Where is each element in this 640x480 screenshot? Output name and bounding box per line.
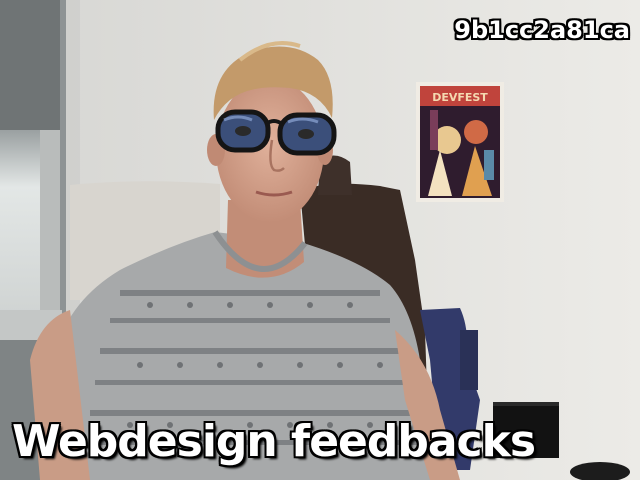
devfest-poster: DEVFEST [416, 82, 504, 202]
video-id-label: 9b1cc2a81ca [454, 16, 630, 44]
webcam-frame: DEVFEST 9b1cc2a81ca Webdesign feedbacks [0, 0, 640, 480]
webcam-scene: DEVFEST [0, 0, 640, 480]
caption-title: Webdesign feedbacks [12, 416, 536, 467]
poster-title: DEVFEST [432, 91, 488, 104]
